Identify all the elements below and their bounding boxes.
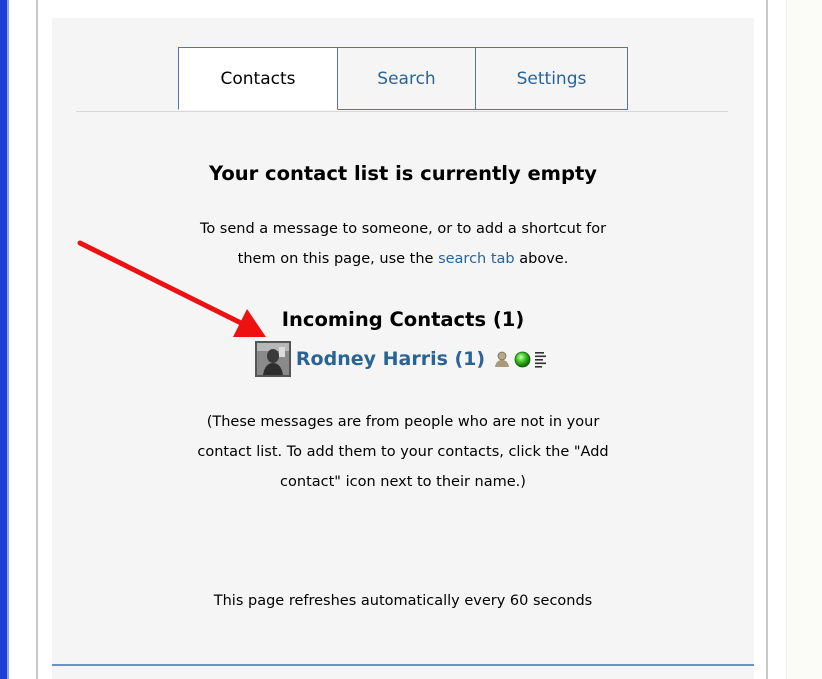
tab-settings-label: Settings (516, 68, 587, 89)
tab-bar: Contacts Search Settings (178, 47, 628, 111)
tab-settings[interactable]: Settings (476, 47, 628, 110)
tab-search[interactable]: Search (338, 47, 476, 110)
panel-bottom-rule (52, 664, 754, 666)
empty-list-instructions: To send a message to someone, or to add … (52, 214, 754, 274)
content-border-right (766, 0, 768, 679)
note-line-3: contact" icon next to their name.) (280, 474, 526, 490)
incoming-contacts-heading: Incoming Contacts (1) (281, 308, 525, 331)
search-tab-link[interactable]: search tab (438, 251, 515, 267)
note-line-1: (These messages are from people who are … (206, 414, 600, 430)
right-margin-strip (786, 0, 822, 679)
tabs-baseline (76, 111, 728, 112)
incoming-contact-row: Rodney Harris (1) (52, 340, 754, 378)
tab-search-label: Search (377, 68, 436, 89)
page-root: Contacts Search Settings Your contact li… (0, 0, 822, 679)
tab-contacts[interactable]: Contacts (178, 47, 338, 110)
message-log-icon[interactable] (534, 350, 548, 368)
instructions-line-2-end: above. (519, 251, 569, 267)
window-left-edge-highlight (7, 0, 9, 679)
note-line-2: contact list. To add them to your contac… (197, 444, 609, 460)
instructions-line-2-start: them on this page, use the (237, 251, 434, 267)
content-border-left (36, 0, 38, 679)
add-contact-icon[interactable] (493, 350, 511, 368)
avatar-photo (256, 343, 289, 375)
empty-list-heading: Your contact list is currently empty (209, 162, 597, 185)
instructions-line-2: them on this page, use the search tab ab… (52, 244, 754, 274)
instructions-line-1: To send a message to someone, or to add … (199, 221, 607, 237)
contact-name-link[interactable]: Rodney Harris (1) (296, 348, 485, 370)
auto-refresh-notice: This page refreshes automatically every … (213, 593, 593, 609)
online-status-icon (514, 351, 531, 367)
tab-contacts-label: Contacts (220, 68, 296, 89)
window-left-edge (0, 0, 7, 679)
avatar[interactable] (254, 341, 291, 377)
incoming-contacts-note: (These messages are from people who are … (52, 407, 754, 497)
